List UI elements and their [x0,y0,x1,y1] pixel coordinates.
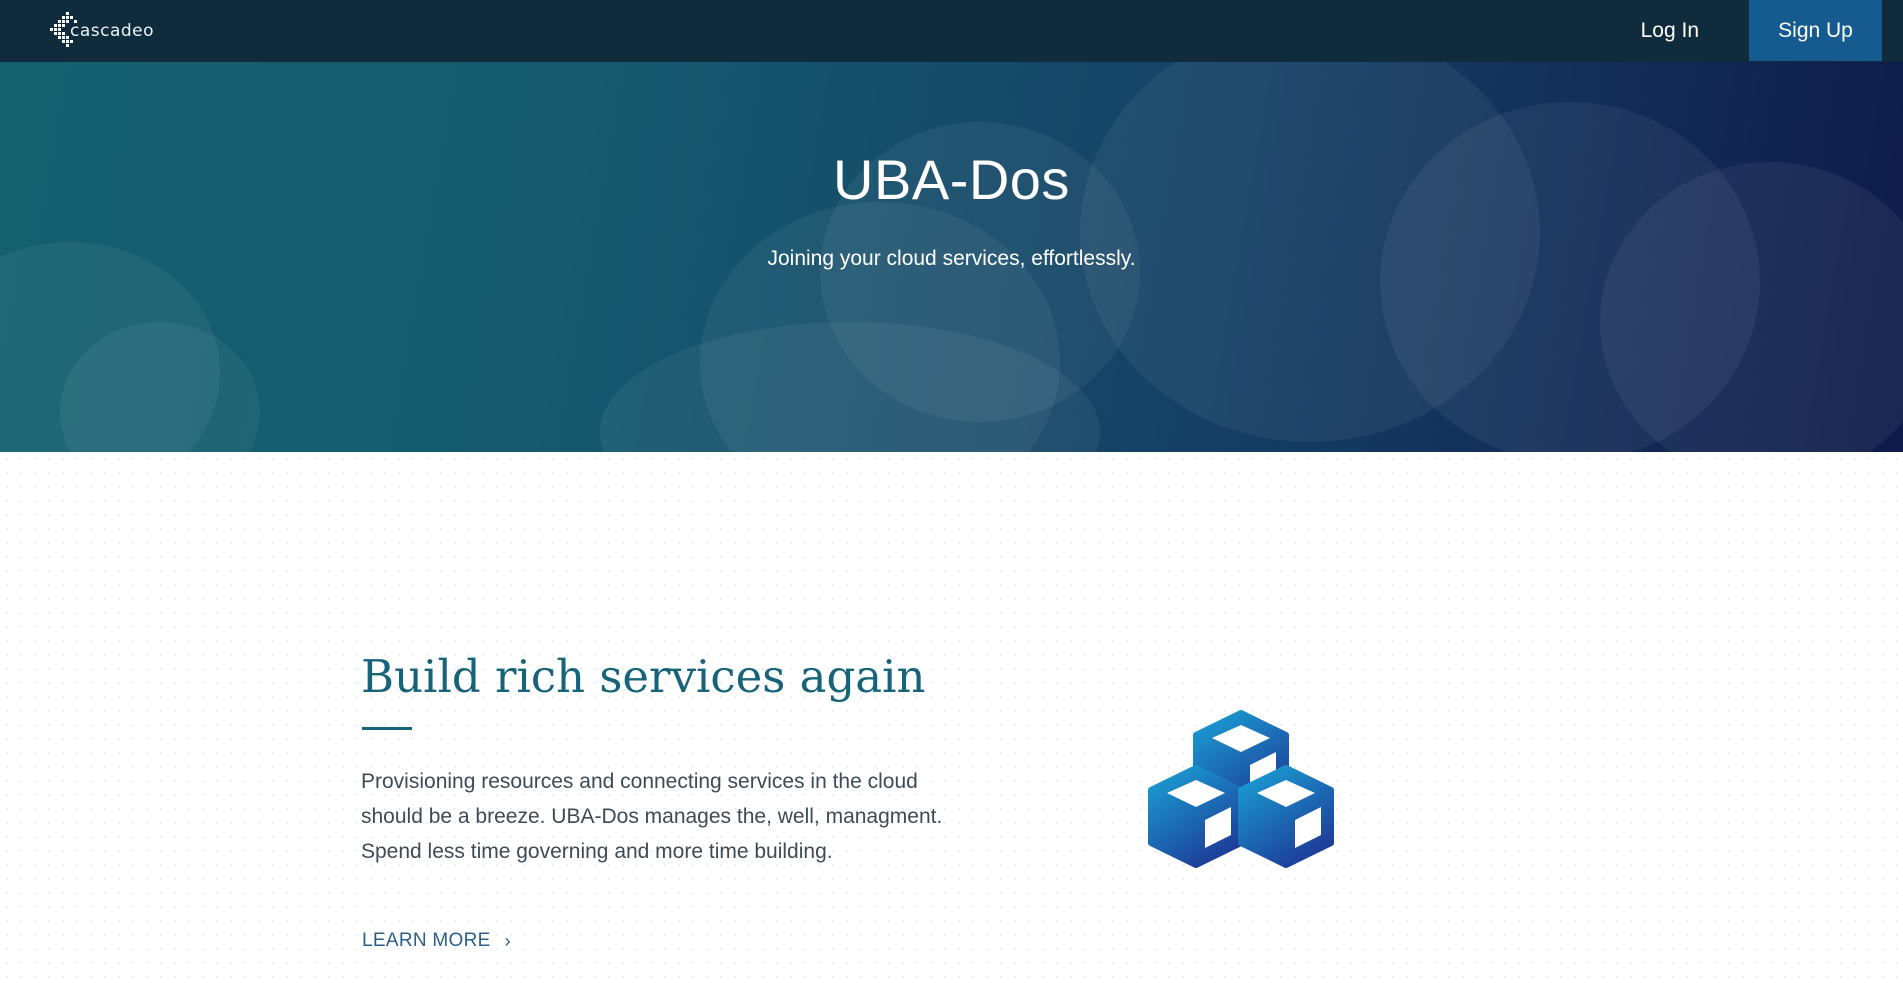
signup-button[interactable]: Sign Up [1749,0,1882,61]
learn-more-label: LEARN MORE [362,930,491,951]
cube-left [1148,765,1244,868]
cubes-icon [1148,710,1334,868]
cascadeo-logo[interactable]: cascadeo [48,10,154,52]
section-body: Provisioning resources and connecting se… [361,770,943,863]
hero-banner: UBA-Dos Joining your cloud services, eff… [0,62,1903,452]
logo-text: cascadeo [70,21,155,41]
section-heading: Build rich services again [361,650,926,703]
hero-subtitle: Joining your cloud services, effortlessl… [767,247,1136,270]
feature-section: Build rich services again Provisioning r… [0,452,1903,983]
chevron-right-icon: › [504,930,511,951]
top-navbar: cascadeo Log In Sign Up [0,0,1903,62]
learn-more-link[interactable]: LEARN MORE › [362,930,511,952]
login-link[interactable]: Log In [1631,0,1709,62]
hero-title: UBA-Dos [833,148,1070,211]
cube-right [1238,765,1334,868]
heading-divider [362,727,412,730]
